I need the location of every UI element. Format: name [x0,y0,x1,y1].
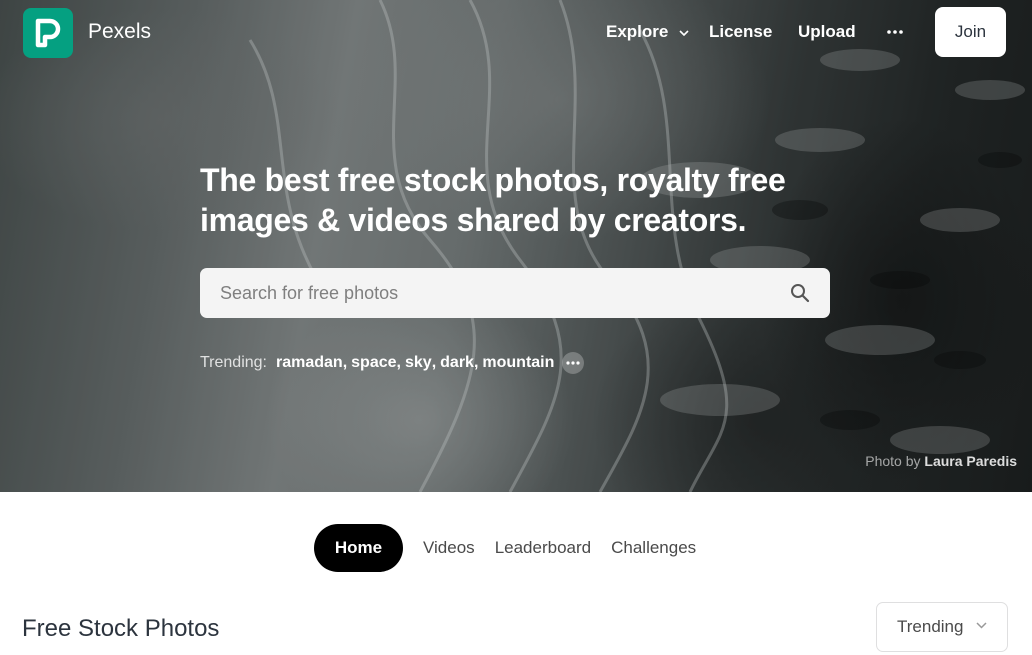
brand-name[interactable]: Pexels [88,20,151,44]
photo-credit-author[interactable]: Laura Paredis [924,453,1017,469]
chevron-down-icon [976,622,987,629]
sort-dropdown[interactable]: Trending [876,602,1008,652]
search-input[interactable] [220,282,790,304]
trending-searches: Trending: ramadan, space, sky, dark, mou… [200,352,585,374]
nav-explore-label: Explore [606,22,669,41]
section-title: Free Stock Photos [22,615,220,642]
sort-dropdown-value: Trending [897,617,964,636]
trending-link[interactable]: ramadan [276,354,343,372]
hero-headline: The best free stock photos, royalty free… [200,162,786,238]
tab-challenges[interactable]: Challenges [601,538,706,558]
photo-credit-prefix: Photo by [865,453,921,469]
hero-overlay [0,0,1032,492]
trending-link[interactable]: space [351,354,396,372]
trending-more-button[interactable] [562,352,585,374]
search-bar[interactable] [200,268,830,318]
hero-banner [0,0,1032,492]
ellipsis-icon [566,361,580,365]
join-button[interactable]: Join [935,7,1006,57]
tab-videos[interactable]: Videos [413,538,485,558]
trending-label: Trending: [200,354,267,371]
content-tabs: Home Videos Leaderboard Challenges [314,524,706,572]
photo-credit[interactable]: Photo by Laura Paredis [865,453,1017,469]
tab-home[interactable]: Home [314,524,403,572]
trending-link[interactable]: mountain [482,354,554,372]
pexels-logo-icon [35,18,61,48]
ellipsis-icon [887,30,903,34]
chevron-down-icon [679,29,689,36]
trending-link[interactable]: sky [405,354,432,372]
nav-upload[interactable]: Upload [798,22,856,42]
nav-explore[interactable]: Explore [606,22,689,42]
search-icon[interactable] [790,283,810,303]
trending-link[interactable]: dark [440,354,474,372]
tab-leaderboard[interactable]: Leaderboard [485,538,601,558]
pexels-logo[interactable] [23,8,73,58]
nav-license[interactable]: License [709,22,772,42]
more-menu-button[interactable] [884,22,906,42]
